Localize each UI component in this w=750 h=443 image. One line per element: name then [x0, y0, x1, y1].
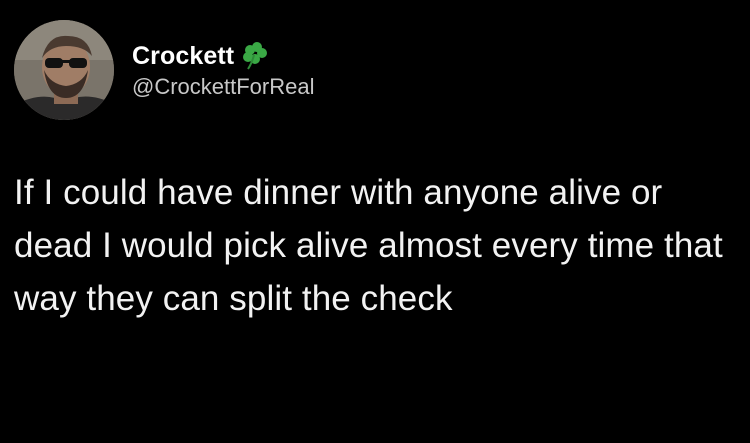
- tweet-text: If I could have dinner with anyone alive…: [14, 173, 723, 318]
- display-name[interactable]: Crockett: [132, 42, 234, 71]
- author-names: Crockett @CrockettForReal: [132, 40, 315, 100]
- tweet-header: Crockett @CrockettForReal: [14, 20, 315, 120]
- tweet-card: Crockett @CrockettForReal If I could hav…: [0, 0, 750, 443]
- display-name-row: Crockett: [132, 40, 315, 72]
- user-handle[interactable]: @CrockettForReal: [132, 74, 315, 100]
- four-leaf-clover-icon: [240, 41, 270, 71]
- avatar-photo: [14, 20, 114, 120]
- avatar[interactable]: [14, 20, 114, 120]
